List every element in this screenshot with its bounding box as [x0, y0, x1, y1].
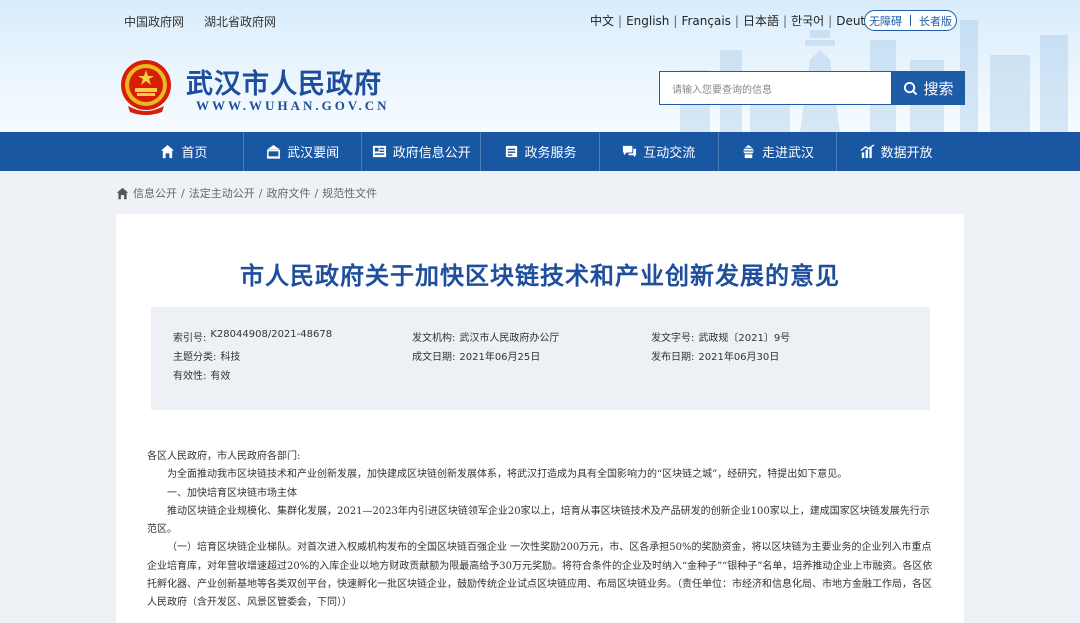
document-meta: 索引号: K28044908/2021-48678 发文机构: 武汉市人民政府办…: [151, 307, 930, 410]
meta-label: 有效性:: [173, 371, 207, 382]
breadcrumb: 信息公开 / 法定主动公开 / 政府文件 / 规范性文件: [116, 185, 377, 201]
meta-label: 主题分类:: [173, 352, 217, 363]
home-icon: [161, 144, 175, 159]
main-nav: 首页 武汉要闻 政府信息公开 政务服务 互动交流 走进武汉 数据开放: [0, 132, 1080, 171]
search-button[interactable]: 搜索: [892, 71, 965, 105]
top-links: 中国政府网 湖北省政府网: [124, 13, 276, 30]
nav-data[interactable]: 数据开放: [837, 132, 955, 171]
meta-topic-value: 科技: [220, 352, 241, 363]
nav-home-label: 首页: [181, 146, 208, 161]
meta-issuer-value: 武汉市人民政府办公厅: [459, 333, 560, 344]
nav-service-label: 政务服务: [524, 146, 577, 161]
section-heading: 一、加快培育区块链市场主体: [167, 487, 297, 499]
search-button-label: 搜索: [923, 79, 954, 98]
nav-news[interactable]: 武汉要闻: [244, 132, 363, 171]
nav-about[interactable]: 走进武汉: [719, 132, 838, 171]
meta-validity-value: 有效: [210, 371, 231, 382]
chat-icon: [623, 145, 637, 158]
breadcrumb-item[interactable]: 法定主动公开: [189, 185, 255, 201]
body-paragraph: 推动区块链企业规模化、集群化发展，2021—2023年内引进区块链领军企业20家…: [147, 505, 930, 536]
nav-info[interactable]: 政府信息公开: [362, 132, 482, 171]
document-body: 各区人民政府，市人民政府各部门: 为全面推动我市区块链技术和产业创新发展，加快建…: [147, 448, 937, 613]
body-paragraph: 为全面推动我市区块链技术和产业创新发展，加快建成区块链创新发展体系，将武汉打造成…: [167, 469, 848, 481]
meta-docno-value: 武政规〔2021〕9号: [698, 333, 791, 344]
lang-ko[interactable]: 한국어: [791, 12, 824, 29]
nav-home[interactable]: 首页: [125, 132, 244, 171]
accessibility-toggle: 无障碍 长者版: [864, 10, 957, 31]
info-icon: [372, 145, 386, 158]
nav-interact-label: 互动交流: [643, 146, 696, 161]
site-title: 武汉市人民政府: [186, 69, 382, 100]
lang-zh[interactable]: 中文: [590, 12, 614, 29]
nav-data-label: 数据开放: [880, 146, 933, 161]
national-emblem-icon: [121, 60, 171, 115]
meta-label: 发文字号:: [651, 333, 695, 344]
site-url: WWW.WUHAN.GOV.CN: [196, 98, 390, 113]
nav-interact[interactable]: 互动交流: [600, 132, 719, 171]
building-icon: [742, 144, 755, 159]
nav-about-label: 走进武汉: [761, 146, 814, 161]
lang-fr[interactable]: Français: [681, 14, 730, 28]
meta-label: 索引号:: [173, 333, 207, 344]
service-icon: [505, 145, 517, 158]
nav-info-label: 政府信息公开: [392, 146, 471, 161]
document-title: 市人民政府关于加快区块链技术和产业创新发展的意见: [240, 262, 840, 290]
meta-created-value: 2021年06月25日: [459, 352, 541, 363]
language-bar: 中文 | English | Français | 日本語 | 한국어 | Deutsch: [590, 12, 886, 29]
lang-ja[interactable]: 日本語: [743, 12, 779, 29]
nav-news-label: 武汉要闻: [287, 146, 340, 161]
link-china-gov[interactable]: 中国政府网: [124, 13, 184, 30]
site-header: 中国政府网 湖北省政府网 中文 | English | Français | 日本語 |…: [0, 0, 1080, 132]
breadcrumb-item[interactable]: 政府文件: [266, 185, 310, 201]
barrier-free-button[interactable]: 无障碍: [869, 13, 902, 29]
meta-label: 发文机构:: [412, 333, 456, 344]
body-paragraph: 各区人民政府，市人民政府各部门:: [147, 451, 301, 462]
lang-en[interactable]: English: [626, 14, 669, 28]
document-card: 市人民政府关于加快区块链技术和产业创新发展的意见 索引号: K28044908/…: [116, 214, 964, 623]
nav-service[interactable]: 政务服务: [481, 132, 600, 171]
search-icon: [904, 81, 918, 95]
breadcrumb-item[interactable]: 规范性文件: [322, 185, 377, 201]
home-icon[interactable]: [116, 187, 129, 200]
chart-icon: [860, 144, 875, 159]
meta-index-value: K28044908/2021-48678: [210, 329, 333, 340]
body-paragraph: （一）培育区块链企业梯队。对首次进入权威机构发布的全国区块链百强企业 一次性奖励…: [147, 542, 933, 609]
meta-label: 发布日期:: [651, 352, 695, 363]
search-input[interactable]: 请输入您要查询的信息: [659, 71, 892, 105]
breadcrumb-item[interactable]: 信息公开: [133, 185, 177, 201]
news-icon: [267, 144, 281, 159]
meta-label: 成文日期:: [412, 352, 456, 363]
meta-published-value: 2021年06月30日: [698, 352, 780, 363]
elderly-mode-button[interactable]: 长者版: [919, 13, 952, 29]
link-hubei-gov[interactable]: 湖北省政府网: [204, 13, 276, 30]
